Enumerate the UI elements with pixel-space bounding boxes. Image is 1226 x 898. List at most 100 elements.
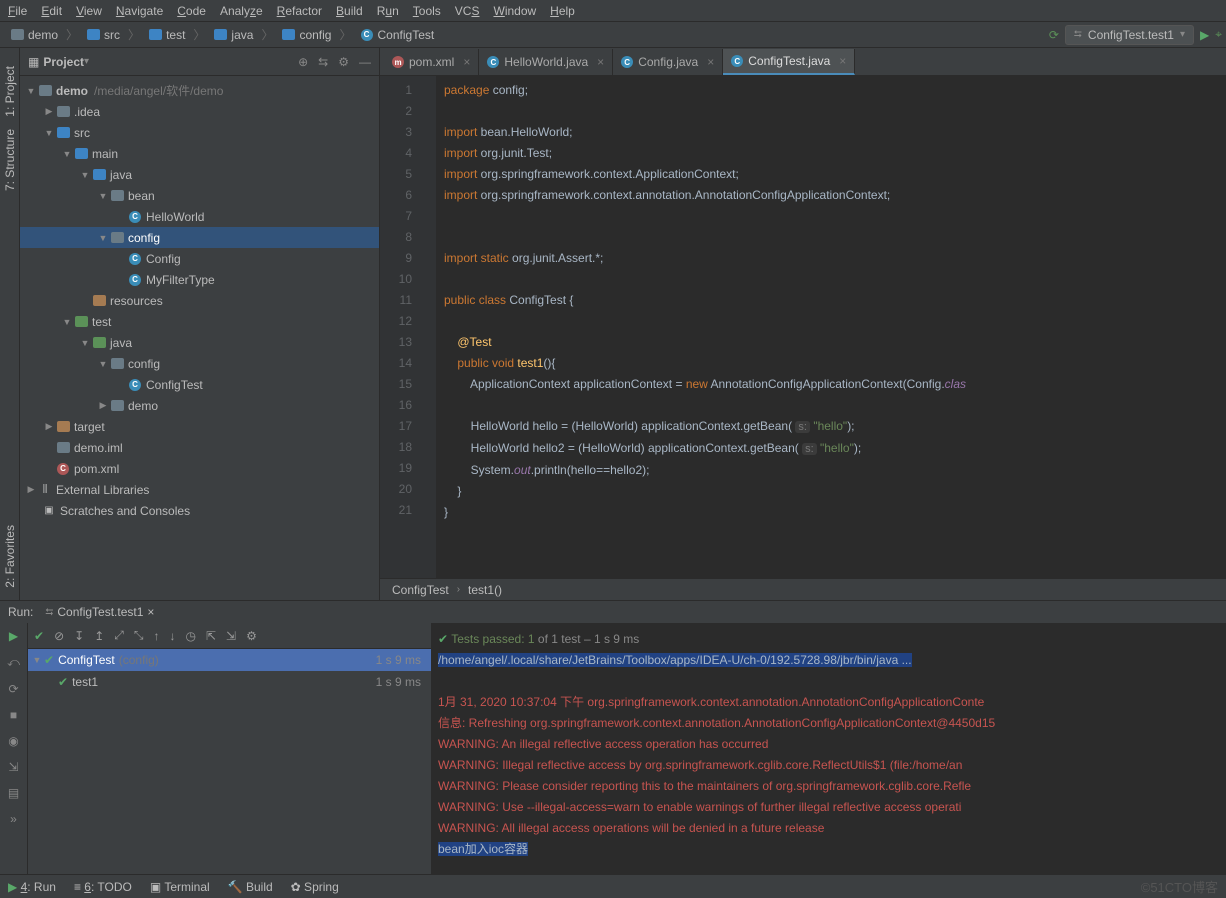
expand-icon[interactable]: ▼	[62, 149, 72, 159]
tree-row[interactable]: ▶.idea	[20, 101, 379, 122]
dropdown-icon[interactable]: ▾	[84, 56, 89, 67]
tree-external-libs[interactable]: ▶ ⫼ External Libraries	[20, 479, 379, 500]
status-run[interactable]: ▶ 4: Run	[8, 880, 56, 894]
clock-icon[interactable]: ◷	[185, 629, 195, 643]
menu-vcs[interactable]: VCS	[455, 4, 480, 18]
breadcrumb-item[interactable]: src	[80, 26, 126, 44]
expand-icon[interactable]: ▼	[26, 86, 36, 96]
menu-edit[interactable]: Edit	[41, 4, 62, 18]
menu-tools[interactable]: Tools	[413, 4, 441, 18]
editor-breadcrumb[interactable]: ConfigTest › test1()	[380, 578, 1226, 600]
run-config-select[interactable]: ⮀ ConfigTest.test1 ▾	[1065, 25, 1194, 45]
test-root-row[interactable]: ▼✔ ConfigTest (config) 1 s 9 ms	[28, 649, 431, 671]
menu-view[interactable]: View	[76, 4, 102, 18]
status-todo[interactable]: ≡ 6: TODO	[74, 880, 132, 894]
tree-row[interactable]: ▼src	[20, 122, 379, 143]
expand-icon[interactable]: ▼	[80, 170, 90, 180]
tab-project[interactable]: 1: Project	[3, 66, 17, 117]
expand-icon[interactable]: ▶	[44, 421, 54, 432]
breadcrumb-item[interactable]: java	[207, 26, 259, 44]
rerun-button[interactable]: ▶	[9, 629, 18, 643]
gear-icon[interactable]: ⚙	[338, 55, 349, 69]
run-output[interactable]: ✔ Tests passed: 1 of 1 test – 1 s 9 ms /…	[432, 623, 1226, 874]
menu-window[interactable]: Window	[493, 4, 536, 18]
menu-build[interactable]: Build	[336, 4, 363, 18]
cam-icon[interactable]: ◉	[8, 734, 18, 748]
close-icon[interactable]: ×	[463, 55, 470, 69]
export-icon[interactable]: ⇲	[8, 760, 18, 774]
tree-row[interactable]: ▼java	[20, 164, 379, 185]
tree-scratches[interactable]: ▣ Scratches and Consoles	[20, 500, 379, 521]
pass-filter-icon[interactable]: ✔	[34, 629, 44, 643]
tree-row[interactable]: ▼test	[20, 311, 379, 332]
pin-icon[interactable]: ⟳	[8, 682, 18, 696]
target-icon[interactable]: ⊕	[298, 55, 308, 69]
tree-row[interactable]: ▼config	[20, 227, 379, 248]
debug-button[interactable]: ⌖	[1215, 27, 1222, 42]
tree-row[interactable]: ▼bean	[20, 185, 379, 206]
sort-icon[interactable]: ↧	[74, 629, 84, 643]
menu-refactor[interactable]: Refactor	[277, 4, 322, 18]
minimize-icon[interactable]: —	[359, 55, 371, 69]
menu-help[interactable]: Help	[550, 4, 575, 18]
gear2-icon[interactable]: ⚙	[246, 629, 257, 643]
status-terminal[interactable]: ▣ Terminal	[150, 880, 210, 894]
split-icon[interactable]: ⇆	[318, 55, 328, 69]
expand-icon[interactable]: ▶	[26, 484, 36, 495]
expand-icon[interactable]: ▼	[62, 317, 72, 327]
close-icon[interactable]: ×	[839, 54, 846, 68]
build-icon[interactable]: ⟳	[1049, 28, 1059, 42]
tree-row[interactable]: ▼java	[20, 332, 379, 353]
expand-icon[interactable]: ▶	[98, 400, 108, 411]
expand-icon[interactable]: ▼	[98, 359, 108, 369]
tab-structure[interactable]: 7: Structure	[3, 129, 17, 191]
status-build[interactable]: 🔨 Build	[228, 880, 273, 894]
stop-icon[interactable]: ■	[10, 708, 17, 722]
close-icon[interactable]: ×	[147, 605, 154, 619]
tree-row[interactable]: CConfig	[20, 248, 379, 269]
up-icon[interactable]: ↑	[153, 629, 159, 643]
menu-analyze[interactable]: Analyze	[220, 4, 263, 18]
tree-row[interactable]: ▶demo	[20, 395, 379, 416]
more-icon[interactable]: »	[10, 812, 17, 826]
tree-row[interactable]: ▶target	[20, 416, 379, 437]
editor-tab[interactable]: CConfig.java×	[613, 49, 723, 75]
export2-icon[interactable]: ⇲	[226, 629, 236, 643]
test-leaf-row[interactable]: ✔ test1 1 s 9 ms	[28, 671, 431, 693]
expand-icon[interactable]: ⤢	[114, 628, 124, 643]
expand-icon[interactable]: ▼	[98, 191, 108, 201]
breadcrumb-item[interactable]: demo	[4, 26, 64, 44]
tree-row[interactable]: resources	[20, 290, 379, 311]
tree-row[interactable]: CHelloWorld	[20, 206, 379, 227]
sort2-icon[interactable]: ↥	[94, 629, 104, 643]
menu-file[interactable]: File	[8, 4, 27, 18]
breadcrumb-item[interactable]: test	[142, 26, 191, 44]
import-icon[interactable]: ⇱	[206, 629, 216, 643]
tree-root[interactable]: ▼ demo /media/angel/软件/demo	[20, 80, 379, 101]
breadcrumb-item[interactable]: CConfigTest	[354, 26, 441, 44]
menu-code[interactable]: Code	[177, 4, 206, 18]
tree-row[interactable]: demo.iml	[20, 437, 379, 458]
down-icon[interactable]: ↓	[169, 629, 175, 643]
project-dropdown-icon[interactable]: ▦	[28, 55, 39, 69]
run-button[interactable]: ▶	[1200, 28, 1209, 42]
run-tab[interactable]: ⮀ ConfigTest.test1 ×	[45, 605, 154, 619]
status-spring[interactable]: ✿ Spring	[291, 880, 339, 894]
tree-row[interactable]: ▼config	[20, 353, 379, 374]
close-icon[interactable]: ×	[597, 55, 604, 69]
collapse-icon[interactable]: ⤡	[134, 628, 144, 643]
expand-icon[interactable]: ▶	[44, 106, 54, 117]
expand-icon[interactable]: ▼	[44, 128, 54, 138]
tree-row[interactable]: ▼main	[20, 143, 379, 164]
toggle-icon[interactable]: ⤺	[7, 655, 20, 670]
tree-row[interactable]: CConfigTest	[20, 374, 379, 395]
breadcrumb-item[interactable]: config	[275, 26, 337, 44]
menu-run[interactable]: Run	[377, 4, 399, 18]
line-gutter[interactable]: 123456789101112131415161718192021	[380, 76, 422, 578]
expand-icon[interactable]: ▼	[80, 338, 90, 348]
fail-filter-icon[interactable]: ⊘	[54, 629, 64, 643]
tree-row[interactable]: CMyFilterType	[20, 269, 379, 290]
gutter-marks[interactable]	[422, 76, 436, 578]
layout-icon[interactable]: ▤	[8, 786, 19, 800]
tree-row[interactable]: Cpom.xml	[20, 458, 379, 479]
